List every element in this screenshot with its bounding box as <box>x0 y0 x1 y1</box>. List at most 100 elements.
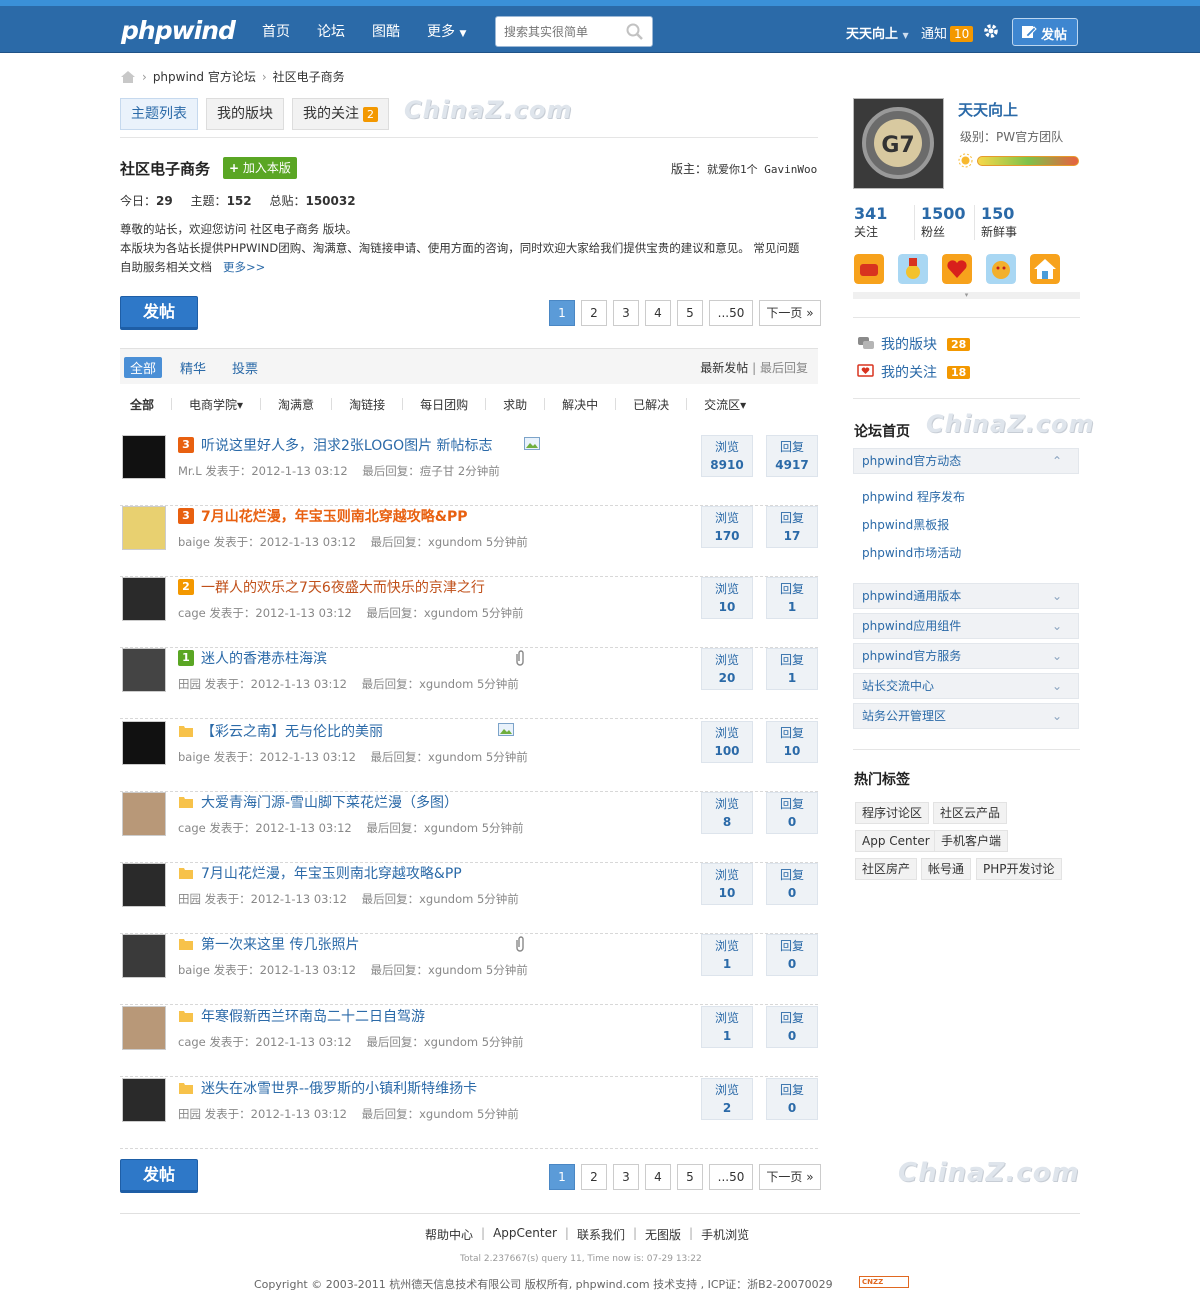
cnzz-badge[interactable]: CNZZ <box>859 1276 909 1288</box>
user-menu[interactable]: 天天向上 ▼ <box>846 23 909 42</box>
thread-title[interactable]: 大爱青海门源-雪山脚下菜花烂漫（多图） <box>201 792 458 812</box>
author-avatar[interactable] <box>122 1078 166 1122</box>
last-reply[interactable]: xgundom 5分钟前 <box>428 963 528 977</box>
tag[interactable]: 手机客户端 <box>934 830 1009 852</box>
page-1[interactable]: 1 <box>549 300 575 326</box>
category-item[interactable]: 每日团购 <box>420 396 468 413</box>
footer-link[interactable]: AppCenter <box>493 1226 557 1243</box>
page-last[interactable]: ...50 <box>709 300 753 326</box>
last-reply[interactable]: xgundom 5分钟前 <box>419 892 519 906</box>
filter-digest[interactable]: 精华 <box>180 358 206 377</box>
page-5[interactable]: 5 <box>677 1164 703 1190</box>
self-service-docs-link[interactable]: 自助服务相关文档 <box>120 260 212 274</box>
home-icon[interactable] <box>120 70 136 84</box>
tab-my-forums[interactable]: 我的版块 <box>206 98 284 130</box>
category-item[interactable]: 淘满意 <box>278 396 314 413</box>
my-follows-link[interactable]: 我的关注 18 <box>857 362 971 382</box>
forum-group-admin[interactable]: 站务公开管理区 ⌄ <box>853 703 1079 729</box>
last-reply[interactable]: xgundom 5分钟前 <box>428 535 528 549</box>
subforum-link[interactable]: phpwind市场活动 <box>862 544 961 561</box>
house-medal-icon[interactable] <box>1030 254 1060 284</box>
author-avatar[interactable] <box>122 577 166 621</box>
footer-link[interactable]: 无图版 <box>645 1226 681 1243</box>
thread-title[interactable]: 一群人的欢乐之7天6夜盛大而快乐的京津之行 <box>201 577 485 597</box>
join-forum-button[interactable]: + 加入本版 <box>223 157 297 179</box>
thread-title[interactable]: 第一次来这里 传几张照片 <box>201 934 359 954</box>
stat-followers[interactable]: 1500 粉丝 <box>914 205 974 240</box>
tag[interactable]: 社区云产品 <box>933 802 1008 824</box>
thread-author[interactable]: baige <box>178 963 210 977</box>
footer-link[interactable]: 帮助中心 <box>425 1226 473 1243</box>
thread-title[interactable]: 【彩云之南】无与伦比的美丽 <box>201 721 383 741</box>
search-icon[interactable] <box>626 23 644 41</box>
last-reply[interactable]: xgundom 5分钟前 <box>424 821 524 835</box>
footer-link[interactable]: 联系我们 <box>577 1226 625 1243</box>
thread-author[interactable]: cage <box>178 606 206 620</box>
breadcrumb-item[interactable]: 社区电子商务 <box>273 68 345 85</box>
thread-author[interactable]: 田园 <box>178 892 201 906</box>
notification-link[interactable]: 通知 10 <box>921 23 974 42</box>
page-2[interactable]: 2 <box>581 300 607 326</box>
category-item[interactable]: 电商学院▾ <box>189 396 243 413</box>
forum-group-services[interactable]: phpwind官方服务 ⌄ <box>853 643 1079 669</box>
post-button-header[interactable]: 发帖 <box>1012 18 1078 46</box>
last-reply[interactable]: 痘子甘 2分钟前 <box>420 464 500 478</box>
category-item[interactable]: 交流区▾ <box>704 396 746 413</box>
subforum-link[interactable]: phpwind黑板报 <box>862 516 949 533</box>
search-input[interactable] <box>496 17 616 46</box>
author-avatar[interactable] <box>122 648 166 692</box>
sort-newest[interactable]: 最新发帖 <box>700 361 748 375</box>
thread-author[interactable]: baige <box>178 750 210 764</box>
medal-ribbon-icon[interactable] <box>898 254 928 284</box>
nav-more[interactable]: 更多 ▼ <box>427 21 466 41</box>
last-reply[interactable]: xgundom 5分钟前 <box>424 1035 524 1049</box>
tab-my-follows[interactable]: 我的关注 2 <box>292 98 389 130</box>
tag[interactable]: 程序讨论区 <box>855 802 930 824</box>
next-page[interactable]: 下一页 » <box>759 1164 821 1190</box>
author-avatar[interactable] <box>122 435 166 479</box>
page-last[interactable]: ...50 <box>709 1164 753 1190</box>
category-item[interactable]: 淘链接 <box>349 396 385 413</box>
thread-title[interactable]: 年寒假新西兰环南岛二十二日自驾游 <box>201 1006 425 1026</box>
thread-title[interactable]: 迷人的香港赤柱海滨 <box>201 648 327 668</box>
page-5[interactable]: 5 <box>677 300 703 326</box>
collapse-handle[interactable]: ▾ <box>853 292 1080 299</box>
tag[interactable]: App Center <box>855 830 937 852</box>
page-4[interactable]: 4 <box>645 1164 671 1190</box>
subforum-link[interactable]: phpwind 程序发布 <box>862 488 965 505</box>
thread-author[interactable]: baige <box>178 535 210 549</box>
page-1[interactable]: 1 <box>549 1164 575 1190</box>
thread-title[interactable]: 7月山花烂漫，年宝玉则南北穿越攻略&PP <box>201 863 462 883</box>
filter-poll[interactable]: 投票 <box>232 358 258 377</box>
thread-author[interactable]: cage <box>178 821 206 835</box>
tag[interactable]: 社区房产 <box>855 858 918 880</box>
gear-icon[interactable] <box>982 22 1000 40</box>
tag[interactable]: 帐号通 <box>921 858 972 880</box>
moderator-names[interactable]: 就爱你1个 GavinWoo <box>707 163 817 176</box>
author-avatar[interactable] <box>122 934 166 978</box>
nav-gallery[interactable]: 图酷 <box>372 21 400 41</box>
author-avatar[interactable] <box>122 1006 166 1050</box>
next-page[interactable]: 下一页 » <box>759 300 821 326</box>
sort-last-reply[interactable]: 最后回复 <box>760 361 808 375</box>
page-3[interactable]: 3 <box>613 1164 639 1190</box>
smiley-medal-icon[interactable] <box>986 254 1016 284</box>
new-post-button[interactable]: 发帖 <box>120 296 198 330</box>
author-avatar[interactable] <box>122 721 166 765</box>
my-forums-link[interactable]: 我的版块 28 <box>857 334 971 354</box>
breadcrumb-item[interactable]: phpwind 官方论坛 <box>153 68 256 85</box>
filter-all[interactable]: 全部 <box>124 357 163 378</box>
stat-feeds[interactable]: 150 新鲜事 <box>974 205 1034 240</box>
thread-author[interactable]: Mr.L <box>178 464 202 478</box>
forum-group-official-news[interactable]: phpwind官方动态 ⌃ <box>853 448 1079 474</box>
nav-home[interactable]: 首页 <box>262 21 290 41</box>
last-reply[interactable]: xgundom 5分钟前 <box>424 606 524 620</box>
category-item[interactable]: 求助 <box>503 396 527 413</box>
heart-medal-icon[interactable] <box>942 254 972 284</box>
nav-forum[interactable]: 论坛 <box>317 21 345 41</box>
new-post-button[interactable]: 发帖 <box>120 1159 198 1193</box>
thread-author[interactable]: cage <box>178 1035 206 1049</box>
last-reply[interactable]: xgundom 5分钟前 <box>428 750 528 764</box>
thread-author[interactable]: 田园 <box>178 1107 201 1121</box>
thread-title[interactable]: 听说这里好人多，泪求2张LOGO图片 新帖标志 <box>201 435 493 455</box>
